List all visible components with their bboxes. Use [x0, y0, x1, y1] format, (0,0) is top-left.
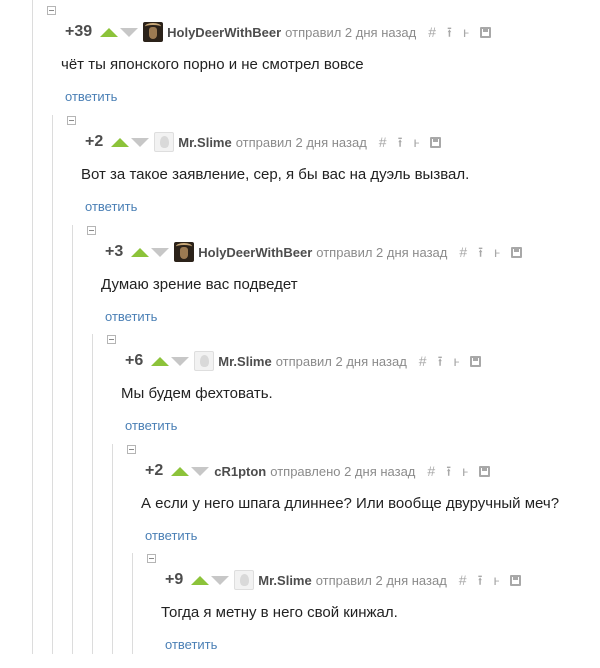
comment-rating: +2: [145, 462, 164, 479]
comment-timestamp: отправил 2 дня назад: [316, 244, 448, 260]
permalink-icon[interactable]: #: [459, 244, 467, 260]
save-icon[interactable]: [510, 574, 522, 586]
comment-header: +3 HolyDeerWithBeer отправил 2 дня назад # ⭱…: [105, 242, 523, 262]
comment-tools: # ⭱ ⱶ: [459, 572, 522, 588]
downvote-icon[interactable]: [211, 575, 230, 585]
comment: +3 HolyDeerWithBeer отправил 2 дня назад # ⭱…: [0, 226, 600, 340]
reply-link[interactable]: ответить: [105, 309, 157, 324]
permalink-icon[interactable]: #: [419, 353, 427, 369]
comment-text: Думаю зрение вас подведет: [101, 276, 298, 293]
comment-rating: +2: [85, 133, 104, 150]
upvote-icon[interactable]: [191, 575, 210, 585]
parent-comment-icon[interactable]: ⭱: [447, 24, 452, 40]
reply-link[interactable]: ответить: [65, 89, 117, 104]
author-name[interactable]: HolyDeerWithBeer: [167, 25, 281, 40]
parent-comment-icon[interactable]: ⭱: [478, 244, 483, 260]
comment-text: Вот за такое заявление, сер, я бы вас на…: [81, 166, 470, 183]
collapse-toggle[interactable]: [47, 6, 56, 15]
comment-timestamp: отправил 2 дня назад: [285, 24, 417, 40]
parent-comment-icon[interactable]: ⭱: [398, 134, 403, 150]
author-name[interactable]: Mr.Slime: [258, 573, 311, 588]
comment: +2 cR1pton отправлено 2 дня назад # ⭱ ⱶ А если…: [0, 445, 600, 559]
comment-timestamp: отправил 2 дня назад: [315, 572, 447, 588]
author-name[interactable]: HolyDeerWithBeer: [198, 245, 312, 260]
comment-text: Тогда я метну в него свой кинжал.: [161, 604, 398, 621]
comment-header: +2 Mr.Slime отправил 2 дня назад # ⭱ ⱶ: [85, 132, 442, 152]
save-icon[interactable]: [479, 26, 491, 38]
user-avatar[interactable]: [194, 351, 215, 371]
comment-timestamp: отправил 2 дня назад: [235, 134, 367, 150]
downvote-icon[interactable]: [120, 27, 139, 37]
collapse-toggle[interactable]: [87, 226, 96, 235]
comment-text: чёт ты японского порно и не смотрел вовс…: [61, 56, 364, 73]
parent-comment-icon[interactable]: ⭱: [446, 463, 451, 479]
comment-rating: +9: [165, 571, 184, 588]
branch-icon[interactable]: ⱶ: [463, 24, 469, 40]
comment-timestamp: отправлено 2 дня назад: [270, 463, 416, 479]
comment-header: +2 cR1pton отправлено 2 дня назад # ⭱ ⱶ: [145, 461, 491, 481]
downvote-icon[interactable]: [151, 247, 170, 257]
comment-tools: # ⭱ ⱶ: [459, 244, 523, 260]
save-icon[interactable]: [430, 136, 442, 148]
branch-icon[interactable]: ⱶ: [413, 134, 419, 150]
reply-link[interactable]: ответить: [85, 199, 137, 214]
downvote-icon[interactable]: [131, 137, 150, 147]
upvote-icon[interactable]: [100, 27, 119, 37]
permalink-icon[interactable]: #: [427, 463, 435, 479]
branch-icon[interactable]: ⱶ: [494, 244, 500, 260]
author-name[interactable]: cR1pton: [214, 464, 266, 479]
permalink-icon[interactable]: #: [428, 24, 436, 40]
comment-thread: +39 HolyDeerWithBeer отправил 2 дня назад #…: [0, 0, 600, 654]
user-avatar[interactable]: [174, 242, 195, 262]
comment: +2 Mr.Slime отправил 2 дня назад # ⭱ ⱶ Вот за …: [0, 116, 600, 230]
save-icon[interactable]: [479, 465, 491, 477]
comment: +39 HolyDeerWithBeer отправил 2 дня назад #…: [0, 6, 600, 120]
branch-icon[interactable]: ⱶ: [493, 572, 499, 588]
comment-tools: # ⭱ ⱶ: [379, 134, 442, 150]
user-avatar[interactable]: [234, 570, 255, 590]
comment-header: +9 Mr.Slime отправил 2 дня назад # ⭱ ⱶ: [165, 570, 522, 590]
comment-header: +39 HolyDeerWithBeer отправил 2 дня назад #…: [65, 22, 491, 42]
comment-rating: +3: [105, 243, 124, 260]
comment-tools: # ⭱ ⱶ: [427, 463, 491, 479]
collapse-toggle[interactable]: [107, 335, 116, 344]
upvote-icon[interactable]: [151, 356, 170, 366]
parent-comment-icon[interactable]: ⭱: [478, 572, 483, 588]
comment-header: +6 Mr.Slime отправил 2 дня назад # ⭱ ⱶ: [125, 351, 482, 371]
downvote-icon[interactable]: [171, 356, 190, 366]
reply-link[interactable]: ответить: [165, 637, 217, 652]
upvote-icon[interactable]: [111, 137, 130, 147]
collapse-toggle[interactable]: [127, 445, 136, 454]
permalink-icon[interactable]: #: [459, 572, 467, 588]
parent-comment-icon[interactable]: ⭱: [438, 353, 443, 369]
branch-icon[interactable]: ⱶ: [462, 463, 468, 479]
comment: +6 Mr.Slime отправил 2 дня назад # ⭱ ⱶ Мы буде…: [0, 335, 600, 449]
user-avatar[interactable]: [143, 22, 164, 42]
downvote-icon[interactable]: [191, 466, 210, 476]
user-avatar[interactable]: [154, 132, 175, 152]
comment-tools: # ⭱ ⱶ: [428, 24, 491, 40]
comment-text: Мы будем фехтовать.: [121, 385, 273, 402]
reply-link[interactable]: ответить: [145, 528, 197, 543]
author-name[interactable]: Mr.Slime: [218, 354, 271, 369]
branch-icon[interactable]: ⱶ: [453, 353, 459, 369]
save-icon[interactable]: [511, 246, 523, 258]
permalink-icon[interactable]: #: [379, 134, 387, 150]
upvote-icon[interactable]: [171, 466, 190, 476]
comment-rating: +39: [65, 23, 93, 40]
upvote-icon[interactable]: [131, 247, 150, 257]
comment-timestamp: отправил 2 дня назад: [275, 353, 407, 369]
save-icon[interactable]: [470, 355, 482, 367]
comment-rating: +6: [125, 352, 144, 369]
author-name[interactable]: Mr.Slime: [178, 135, 231, 150]
comment-tools: # ⭱ ⱶ: [419, 353, 482, 369]
comment: +9 Mr.Slime отправил 2 дня назад # ⭱ ⱶ Тогда я…: [0, 554, 600, 668]
reply-link[interactable]: ответить: [125, 418, 177, 433]
comment-text: А если у него шпага длиннее? Или вообще …: [141, 495, 560, 512]
collapse-toggle[interactable]: [67, 116, 76, 125]
collapse-toggle[interactable]: [147, 554, 156, 563]
